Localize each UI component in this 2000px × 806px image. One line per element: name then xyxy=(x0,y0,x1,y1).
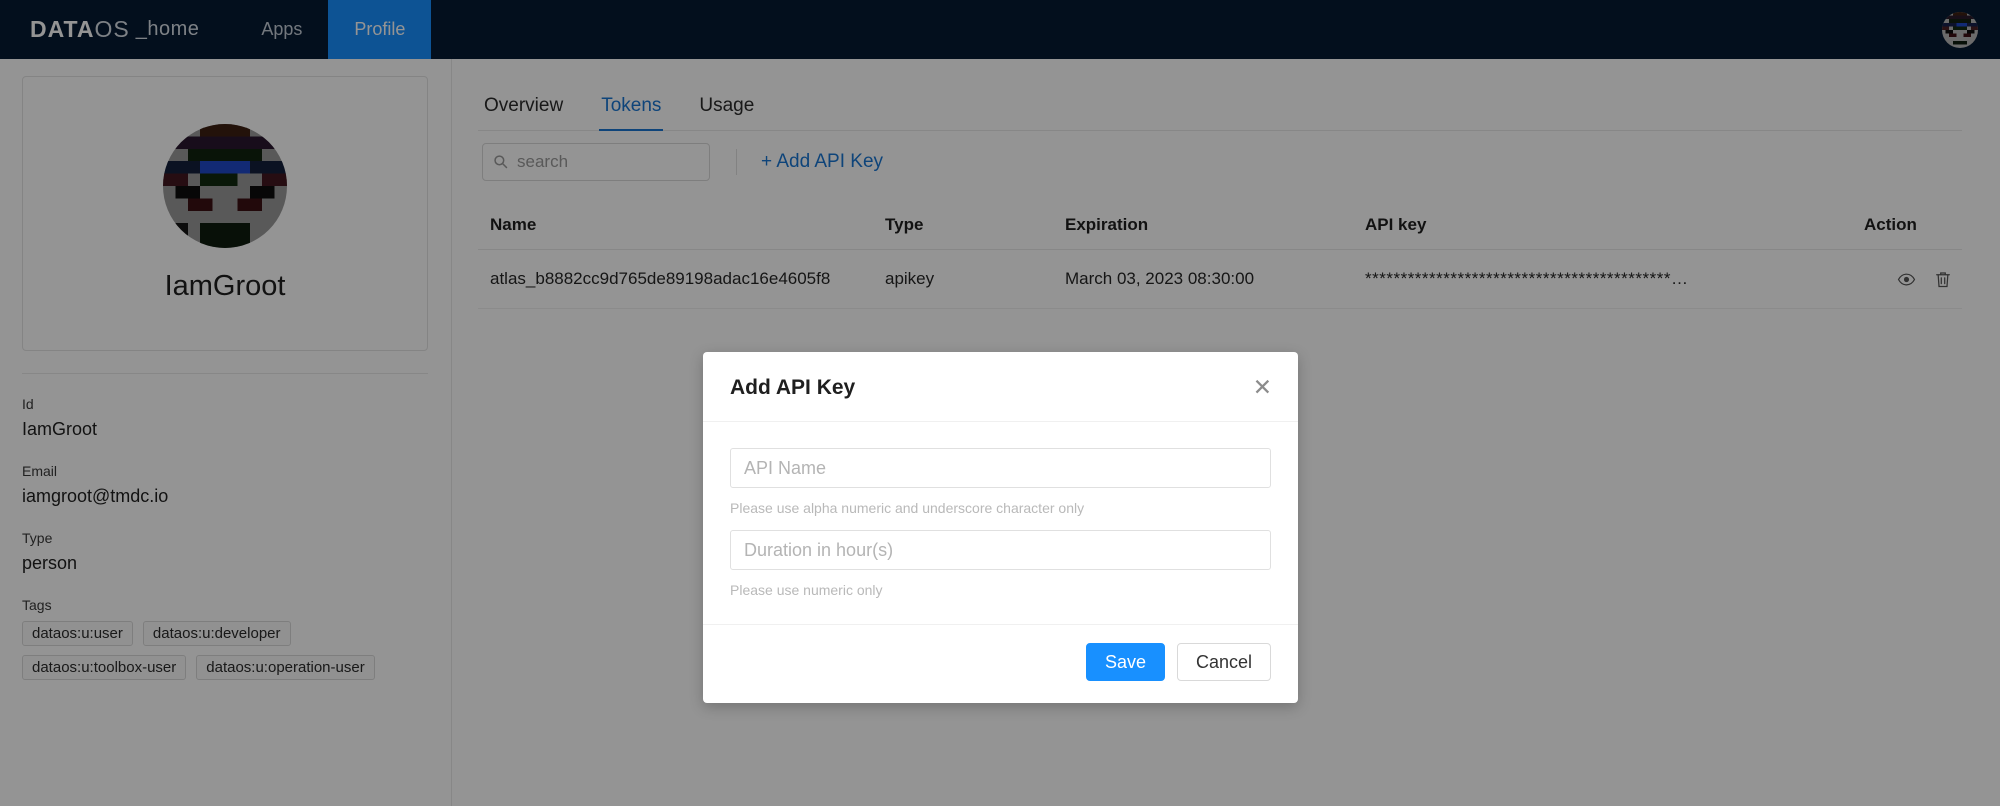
save-button[interactable]: Save xyxy=(1085,643,1165,681)
modal-body: Please use alpha numeric and underscore … xyxy=(703,422,1298,624)
add-api-key-modal: Add API Key ✕ Please use alpha numeric a… xyxy=(703,352,1298,703)
close-icon[interactable]: ✕ xyxy=(1249,374,1276,401)
duration-help-text: Please use numeric only xyxy=(730,582,883,598)
api-name-input[interactable] xyxy=(730,448,1271,488)
modal-footer: Save Cancel xyxy=(703,624,1298,703)
duration-input[interactable] xyxy=(730,530,1271,570)
modal-title: Add API Key xyxy=(730,375,856,399)
api-name-help-text: Please use alpha numeric and underscore … xyxy=(730,500,1085,516)
app-root: DATA OS _home Apps Profile IamGroot Id I… xyxy=(0,0,2000,806)
duration-field-wrap xyxy=(730,530,1271,570)
cancel-button[interactable]: Cancel xyxy=(1176,643,1271,681)
api-name-field-wrap xyxy=(730,448,1271,488)
modal-header: Add API Key ✕ xyxy=(703,352,1298,422)
